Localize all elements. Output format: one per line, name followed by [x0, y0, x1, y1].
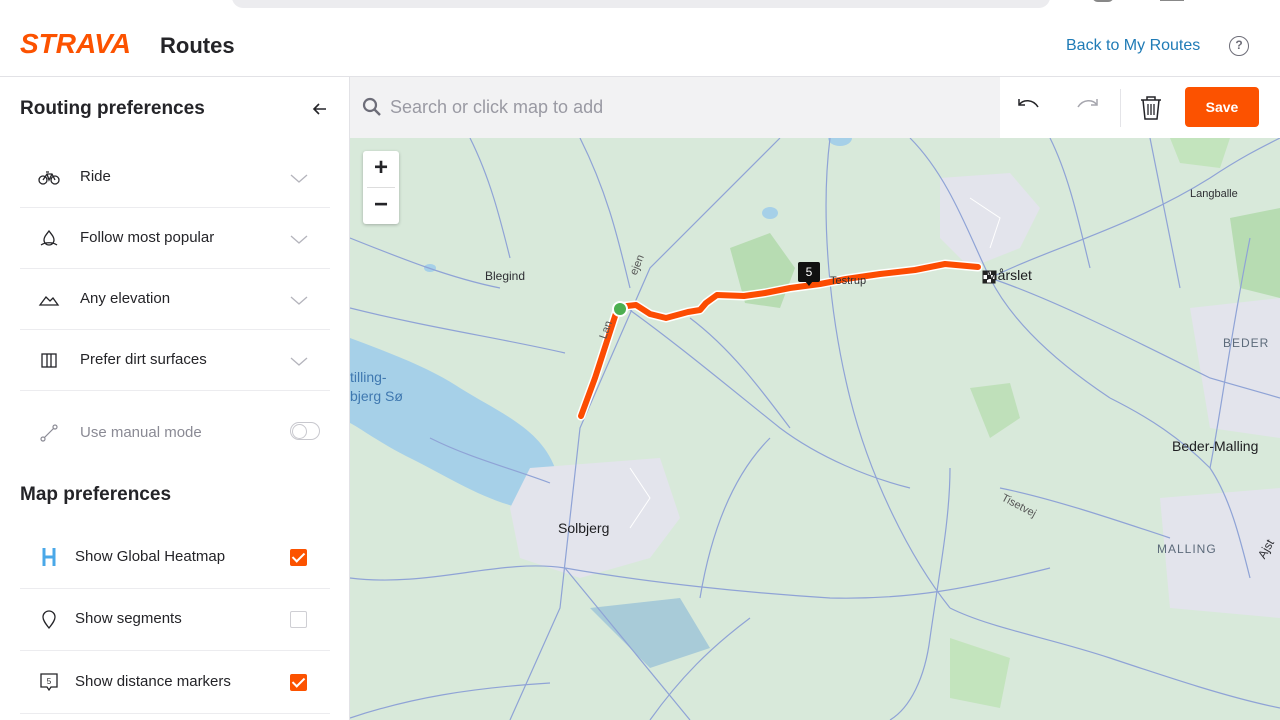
route-toolbar: Save [350, 77, 1280, 138]
redo-icon[interactable] [1073, 93, 1103, 123]
toolbar-divider [1120, 89, 1121, 127]
top-bar: STRAVA Routes Back to My Routes ? [0, 16, 1280, 77]
lake-label: bjerg Sø [350, 388, 403, 404]
map-option-label: Show distance markers [75, 673, 231, 690]
surface-icon [41, 353, 57, 368]
sidebar: Routing preferences Ride Follow most pop… [0, 77, 350, 720]
map-option-distance-markers[interactable]: 5 Show distance markers [20, 652, 330, 714]
map-option-segments[interactable]: Show segments [20, 589, 330, 651]
svg-text:STRAVA: STRAVA [20, 28, 131, 58]
place-label: Blegind [485, 269, 526, 283]
elevation-icon [38, 296, 60, 306]
routing-preferences-title: Routing preferences [20, 98, 205, 119]
browser-icon[interactable] [1092, 0, 1114, 2]
back-to-my-routes-link[interactable]: Back to My Routes [1066, 37, 1200, 55]
distance-marker-icon: 5 [40, 673, 58, 692]
routing-option-popularity[interactable]: Follow most popular [20, 208, 330, 269]
place-label: Testrup [830, 275, 867, 287]
save-button[interactable]: Save [1185, 87, 1259, 127]
lake-label: tilling- [350, 369, 387, 385]
chevron-down-icon [290, 296, 308, 305]
map-canvas[interactable] [350, 138, 1280, 720]
page-title: Routes [160, 33, 235, 58]
manual-route-icon [40, 424, 58, 442]
routing-option-sport[interactable]: Ride [20, 147, 330, 208]
routing-option-elevation[interactable]: Any elevation [20, 269, 330, 330]
collapse-sidebar-arrow-icon[interactable] [310, 99, 330, 119]
popularity-icon [40, 229, 58, 246]
search-input[interactable] [390, 91, 990, 123]
chevron-down-icon [290, 174, 308, 183]
distance-marker[interactable]: 5 [798, 262, 820, 286]
browser-address-bar[interactable] [232, 0, 1050, 8]
manual-mode-label: Use manual mode [80, 424, 202, 441]
place-label: MALLING [1157, 542, 1217, 556]
browser-chrome [0, 0, 1280, 16]
zoom-out-button[interactable]: − [363, 188, 399, 224]
strava-logo[interactable]: STRAVA [20, 28, 140, 58]
routing-option-label: Prefer dirt surfaces [80, 351, 207, 368]
place-label: Mårslet [986, 267, 1032, 283]
distance-markers-checkbox[interactable] [290, 674, 307, 691]
route-map[interactable]: + − 5 Blegind Testrup Mårslet Langballe … [350, 138, 1280, 720]
trash-icon[interactable] [1136, 93, 1166, 123]
map-option-heatmap[interactable]: Show Global Heatmap [20, 527, 330, 589]
manual-mode-toggle[interactable] [290, 422, 320, 440]
segment-pin-icon [42, 610, 56, 630]
help-icon[interactable]: ? [1229, 36, 1249, 56]
zoom-in-button[interactable]: + [363, 151, 399, 187]
zoom-controls: + − [363, 151, 399, 224]
place-label: Solbjerg [558, 520, 610, 536]
heatmap-icon [42, 548, 56, 566]
bike-icon [38, 171, 60, 185]
chevron-down-icon [290, 235, 308, 244]
search-icon [362, 97, 381, 116]
routing-option-label: Ride [80, 168, 111, 185]
route-start-marker [612, 301, 628, 317]
place-label: Langballe [1190, 188, 1238, 200]
chevron-down-icon [290, 357, 308, 366]
segments-checkbox[interactable] [290, 611, 307, 628]
routing-option-label: Follow most popular [80, 229, 215, 246]
routing-option-surface[interactable]: Prefer dirt surfaces [20, 330, 330, 391]
place-label: BEDER [1223, 336, 1270, 350]
browser-menu-icon[interactable] [1160, 0, 1184, 1]
manual-mode-row: Use manual mode [20, 412, 330, 452]
undo-icon[interactable] [1013, 93, 1043, 123]
map-preferences-title: Map preferences [20, 484, 172, 505]
search-bar [350, 77, 1000, 138]
map-option-label: Show Global Heatmap [75, 548, 226, 565]
heatmap-checkbox[interactable] [290, 549, 307, 566]
routing-option-label: Any elevation [80, 290, 171, 307]
map-option-label: Show segments [75, 610, 182, 627]
place-label: Beder-Malling [1172, 438, 1259, 454]
svg-text:5: 5 [47, 677, 52, 686]
